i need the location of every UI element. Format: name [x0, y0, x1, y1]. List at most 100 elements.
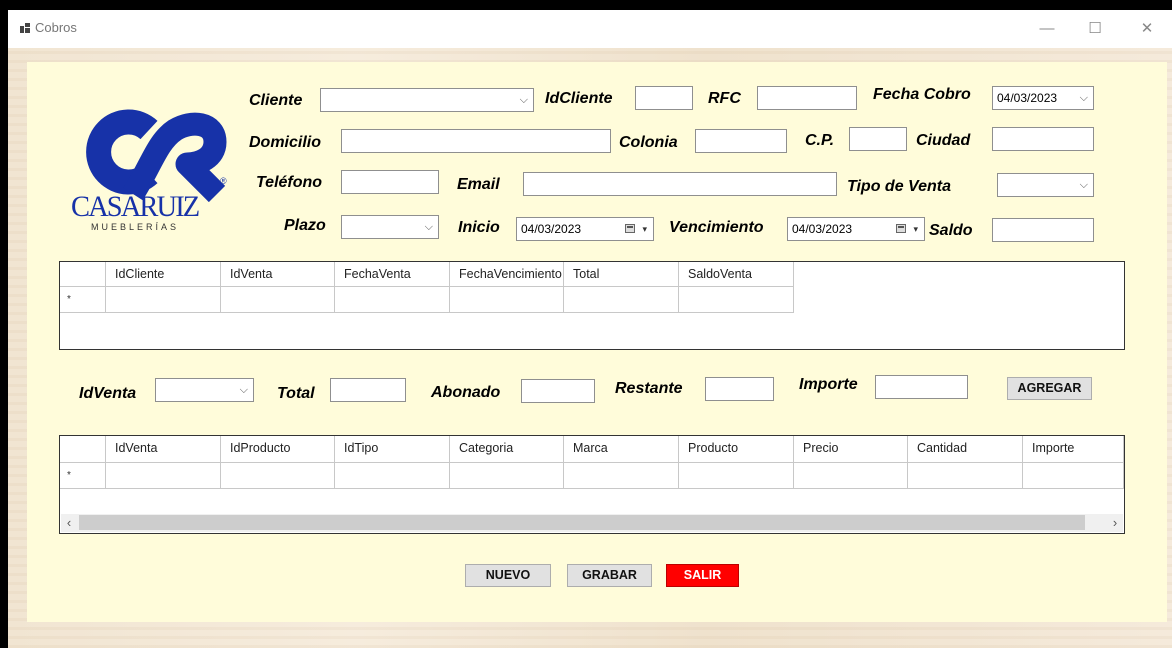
inicio-date-picker[interactable]: 04/03/2023 ▾ [516, 217, 654, 241]
restante-label: Restante [615, 380, 683, 397]
grid-cell[interactable] [564, 287, 679, 313]
colonia-label: Colonia [619, 134, 678, 151]
calendar-icon [625, 224, 635, 233]
column-header[interactable]: IdVenta [106, 436, 221, 463]
grid-cell[interactable] [221, 463, 335, 489]
vencimiento-date-picker[interactable]: 04/03/2023 ▾ [787, 217, 925, 241]
close-button[interactable]: ✕ [1124, 16, 1170, 42]
cliente-combo[interactable]: ⌵ [320, 88, 534, 112]
horizontal-scrollbar[interactable]: ‹ › [61, 514, 1123, 532]
grid-corner [60, 262, 106, 287]
grid-cell[interactable] [908, 463, 1023, 489]
total-label: Total [277, 385, 315, 402]
chevron-down-icon: ⌵ [1079, 92, 1088, 104]
form-panel: ® CASARUIZ MUEBLERÍAS Cliente ⌵ IdClient… [27, 62, 1167, 622]
total-field[interactable] [330, 378, 406, 402]
logo-tagline: MUEBLERÍAS [91, 222, 180, 232]
plazo-label: Plazo [284, 217, 326, 234]
cp-label: C.P. [805, 132, 835, 149]
saldo-label: Saldo [929, 222, 973, 239]
fecha-cobro-label: Fecha Cobro [873, 86, 971, 103]
telefono-label: Teléfono [256, 174, 323, 191]
new-row-header[interactable]: * [60, 287, 106, 313]
email-field[interactable] [523, 172, 837, 196]
registered-mark: ® [220, 176, 227, 186]
abonado-field[interactable] [521, 379, 595, 403]
grid-cell[interactable] [450, 463, 564, 489]
column-header[interactable]: Producto [679, 436, 794, 463]
importe-label: Importe [799, 376, 858, 393]
restante-field[interactable] [705, 377, 774, 401]
plazo-combo[interactable]: ⌵ [341, 215, 439, 239]
maximize-button[interactable]: ☐ [1072, 16, 1118, 42]
idventa-label: IdVenta [79, 385, 137, 402]
column-header[interactable]: IdCliente [106, 262, 221, 287]
new-row-icon: * [67, 294, 71, 305]
domicilio-label: Domicilio [249, 134, 322, 151]
detail-grid[interactable]: * IdVenta IdProducto IdTipo Categoria Ma… [59, 435, 1125, 534]
new-row-header[interactable]: * [60, 463, 106, 489]
fecha-cobro-picker[interactable]: 04/03/2023 ⌵ [992, 86, 1094, 110]
title-bar: Cobros — ☐ ✕ [8, 10, 1172, 48]
idventa-combo[interactable]: ⌵ [155, 378, 254, 402]
importe-field[interactable] [875, 375, 968, 399]
date-dropdown-icon: ▾ [913, 224, 918, 234]
grid-cell[interactable] [679, 463, 794, 489]
agregar-button[interactable]: AGREGAR [1007, 377, 1092, 400]
date-dropdown-icon: ▾ [642, 224, 647, 234]
grid-cell[interactable] [1023, 463, 1124, 489]
chevron-down-icon: ⌵ [239, 384, 248, 396]
nuevo-button[interactable]: NUEVO [465, 564, 551, 587]
rfc-field[interactable] [757, 86, 857, 110]
vencimiento-label: Vencimiento [669, 219, 764, 236]
salir-button[interactable]: SALIR [666, 564, 739, 587]
column-header[interactable]: IdTipo [335, 436, 450, 463]
tipo-venta-combo[interactable]: ⌵ [997, 173, 1094, 197]
grid-cell[interactable] [450, 287, 564, 313]
scroll-right-icon[interactable]: › [1107, 514, 1123, 532]
new-row-icon: * [67, 470, 71, 481]
cr-monogram-icon: ® [86, 109, 227, 203]
column-header[interactable]: Total [564, 262, 679, 287]
calendar-icon [896, 224, 906, 233]
grid-cell[interactable] [794, 463, 908, 489]
grid-corner [60, 436, 106, 463]
column-header[interactable]: Precio [794, 436, 908, 463]
grid-cell[interactable] [564, 463, 679, 489]
cp-field[interactable] [849, 127, 907, 151]
chevron-down-icon: ⌵ [519, 94, 528, 106]
column-header[interactable]: Importe [1023, 436, 1124, 463]
window-title: Cobros [35, 20, 77, 35]
grid-cell[interactable] [106, 463, 221, 489]
column-header[interactable]: IdVenta [221, 262, 335, 287]
ciudad-field[interactable] [992, 127, 1094, 151]
rfc-label: RFC [708, 90, 741, 107]
cliente-label: Cliente [249, 92, 303, 109]
sales-grid[interactable]: * IdCliente IdVenta FechaVenta FechaVenc… [59, 261, 1125, 350]
logo-brand: CASARUIZ [71, 190, 200, 223]
grid-cell[interactable] [679, 287, 794, 313]
domicilio-field[interactable] [341, 129, 611, 153]
ciudad-label: Ciudad [916, 132, 971, 149]
grid-cell[interactable] [221, 287, 335, 313]
grid-cell[interactable] [106, 287, 221, 313]
column-header[interactable]: FechaVenta [335, 262, 450, 287]
column-header[interactable]: SaldoVenta [679, 262, 794, 287]
column-header[interactable]: Cantidad [908, 436, 1023, 463]
column-header[interactable]: FechaVencimiento [450, 262, 564, 287]
grid-cell[interactable] [335, 463, 450, 489]
telefono-field[interactable] [341, 170, 439, 194]
column-header[interactable]: Categoria [450, 436, 564, 463]
grid-cell[interactable] [335, 287, 450, 313]
idcliente-field[interactable] [635, 86, 693, 110]
app-icon [20, 23, 30, 33]
scroll-left-icon[interactable]: ‹ [61, 514, 77, 532]
colonia-field[interactable] [695, 129, 787, 153]
saldo-field[interactable] [992, 218, 1094, 242]
abonado-label: Abonado [431, 384, 501, 401]
minimize-button[interactable]: — [1024, 16, 1070, 42]
grabar-button[interactable]: GRABAR [567, 564, 652, 587]
column-header[interactable]: Marca [564, 436, 679, 463]
scrollbar-thumb[interactable] [79, 515, 1085, 530]
column-header[interactable]: IdProducto [221, 436, 335, 463]
